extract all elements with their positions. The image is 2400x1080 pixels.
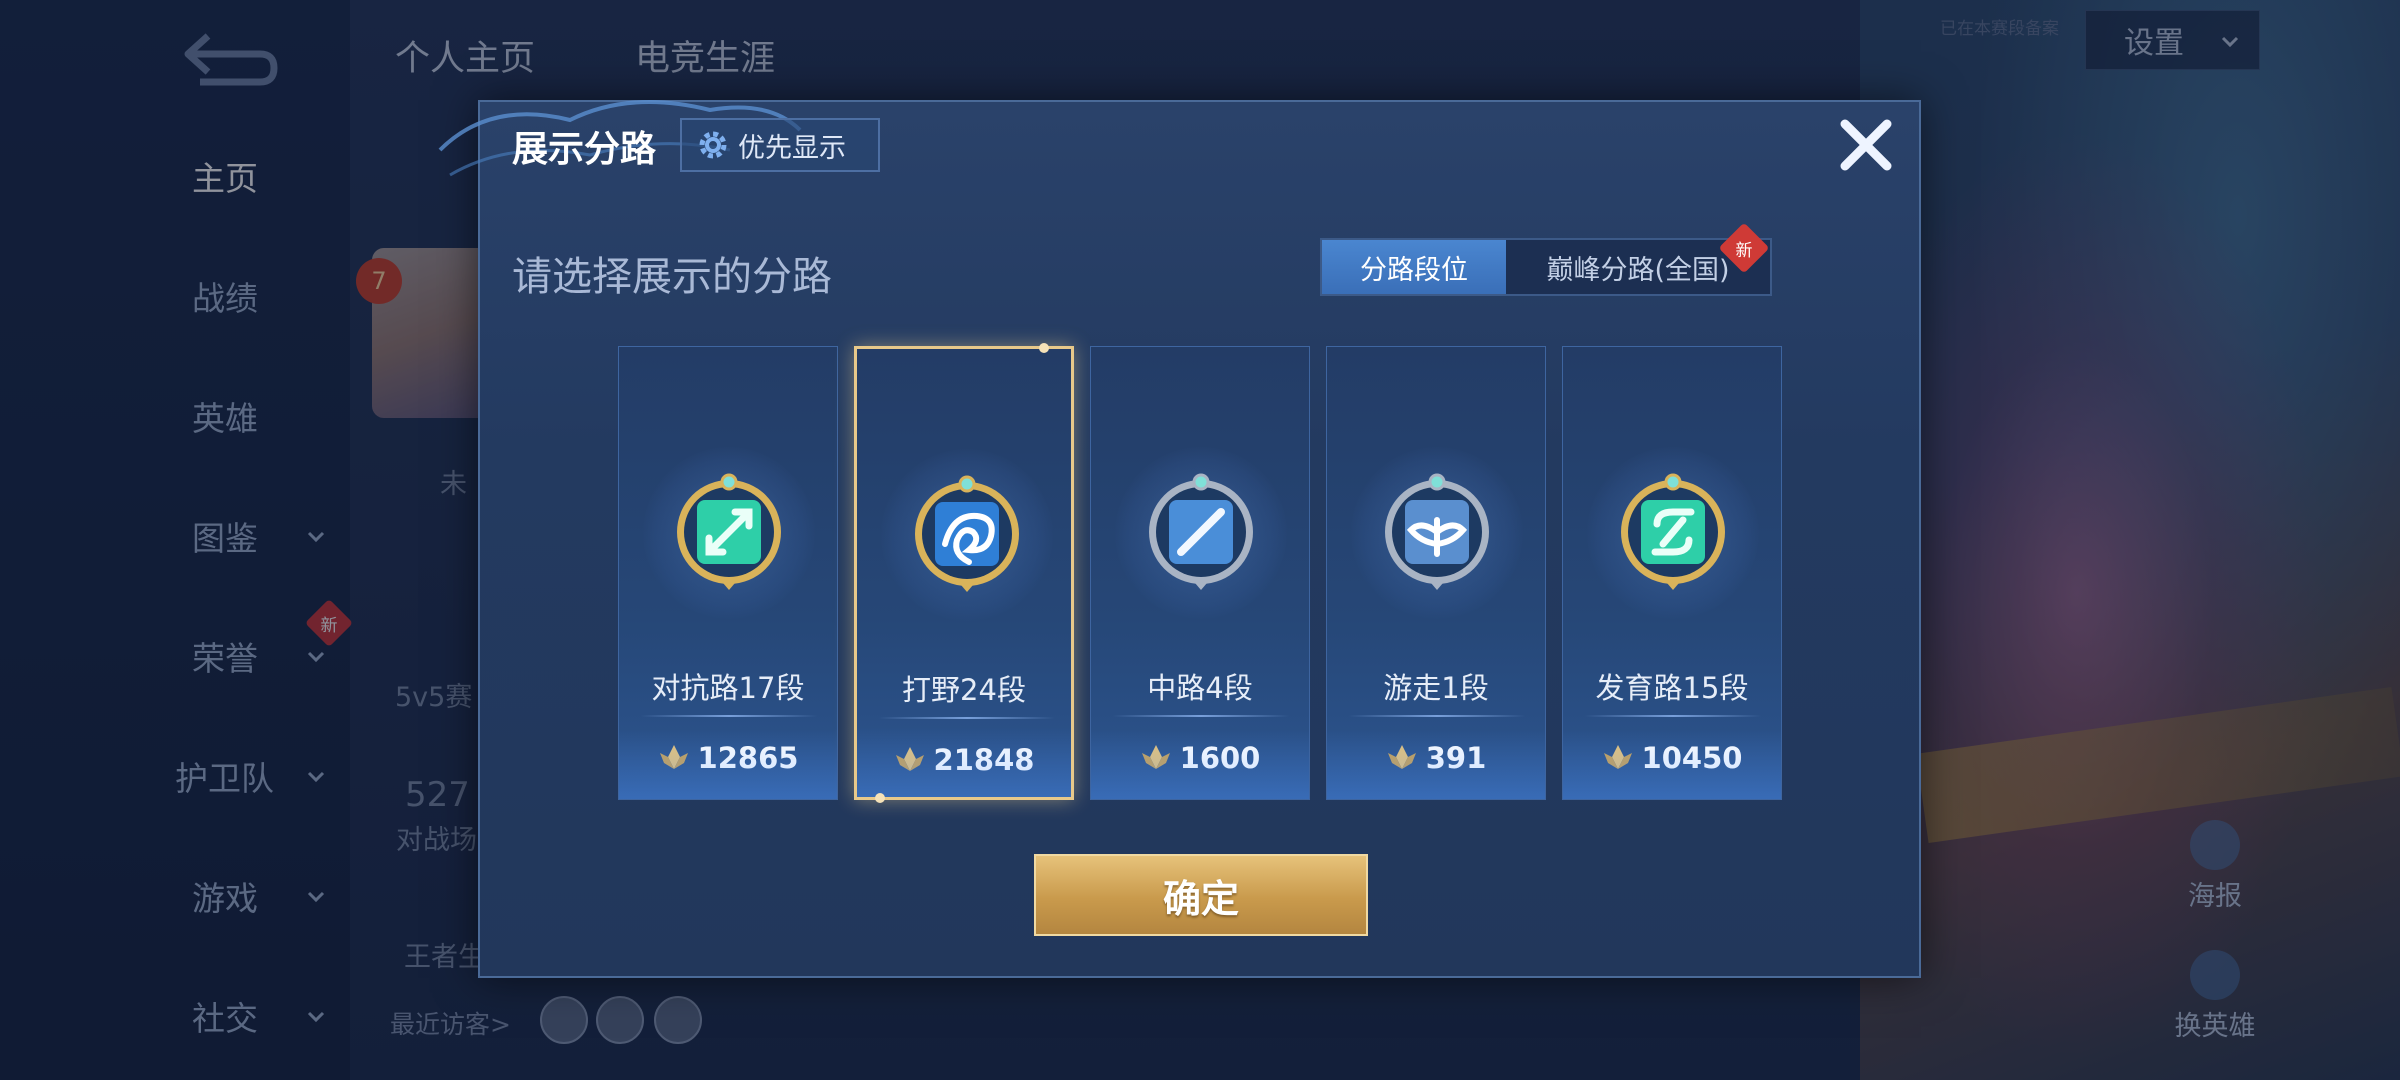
clash-lane-icon (669, 472, 789, 602)
divider (879, 717, 1055, 719)
selection-marker (1039, 343, 1049, 353)
lane-name: 打野24段 (902, 673, 1026, 707)
close-button[interactable] (1835, 114, 1897, 176)
card-glow (1327, 729, 1545, 799)
lane-card[interactable]: 游走1段391 (1326, 346, 1546, 800)
confirm-button[interactable]: 确定 (1034, 854, 1368, 936)
tab-peak-lane-label: 巅峰分路(全国) (1546, 254, 1730, 286)
roam-wings-icon (1377, 472, 1497, 602)
gear-icon (699, 131, 727, 159)
card-glow (619, 729, 837, 799)
divider (1349, 715, 1525, 717)
priority-display-button[interactable]: 优先显示 (680, 118, 880, 172)
priority-label: 优先显示 (738, 132, 846, 164)
farm-lane-icon (1613, 472, 1733, 602)
lane-card[interactable]: 打野24段21848 (854, 343, 1074, 803)
lane-name: 中路4段 (1147, 671, 1253, 705)
tab-peak-lane[interactable]: 巅峰分路(全国) 新 (1506, 222, 1770, 294)
ranking-type-toggle: 分路段位 巅峰分路(全国) 新 (1320, 222, 1772, 296)
dialog-title: 展示分路 (512, 129, 657, 170)
tab-lane-rank[interactable]: 分路段位 (1322, 240, 1506, 294)
card-glow (1091, 729, 1309, 799)
divider (1585, 715, 1761, 717)
jungle-dragon-icon (907, 474, 1027, 604)
lane-name: 对抗路17段 (651, 671, 805, 705)
dialog-subtitle: 请选择展示的分路 (512, 254, 832, 300)
card-glow (1563, 729, 1781, 799)
close-icon (1840, 119, 1892, 171)
lane-name: 发育路15段 (1595, 671, 1749, 705)
lane-display-dialog: 展示分路 优先显示 请选择展示的分路 分路段位 巅峰分路(全国) 新 对抗路17… (438, 100, 1921, 978)
lane-name: 游走1段 (1383, 671, 1489, 705)
lane-card[interactable]: 中路4段1600 (1090, 346, 1310, 800)
divider (1113, 715, 1289, 717)
selection-marker (875, 793, 885, 803)
mid-lane-icon (1141, 472, 1261, 602)
card-glow (857, 727, 1071, 797)
lane-card[interactable]: 发育路15段10450 (1562, 346, 1782, 800)
lane-card[interactable]: 对抗路17段12865 (618, 346, 838, 800)
divider (641, 715, 817, 717)
